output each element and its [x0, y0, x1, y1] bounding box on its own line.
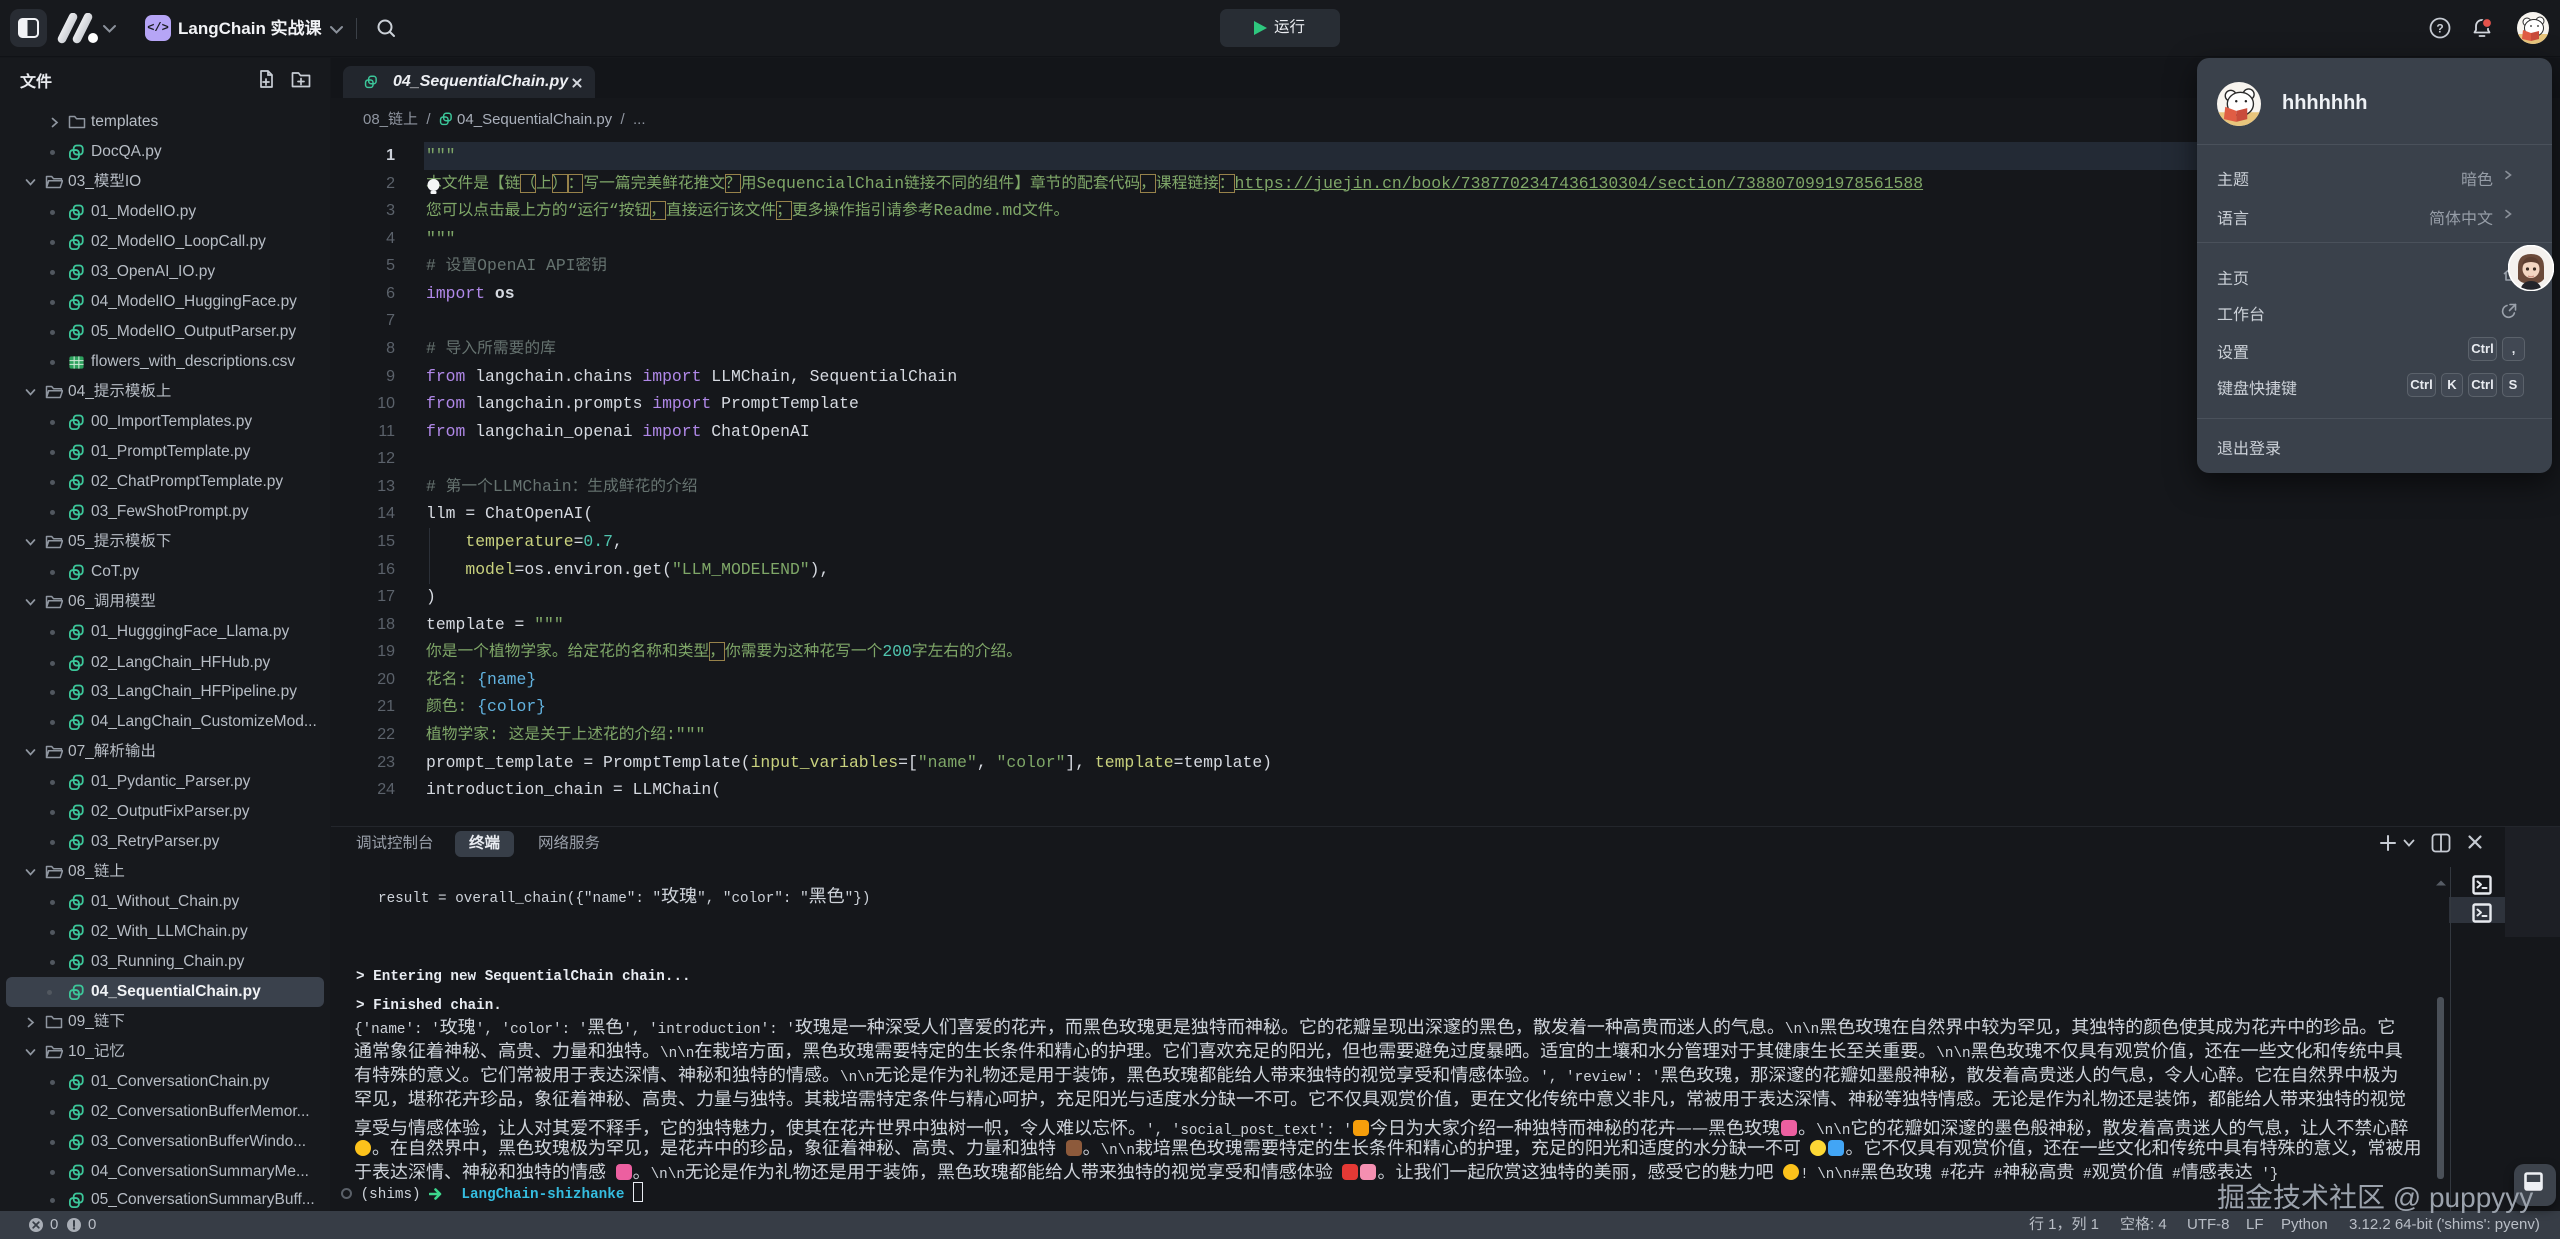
svg-text:?: ? [2436, 22, 2443, 36]
